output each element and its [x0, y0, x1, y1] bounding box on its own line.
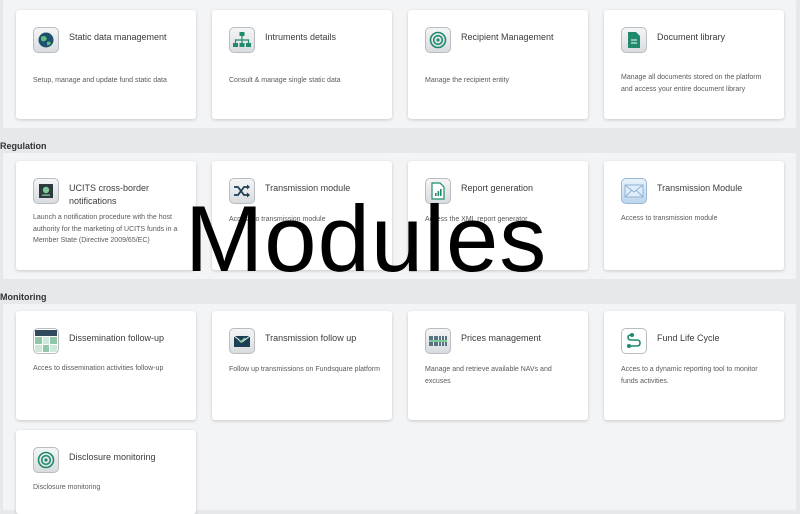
card-description: Access to transmission module [621, 215, 718, 222]
card-title: Intruments details [265, 32, 337, 42]
card-description: Acces to dissemination activities follow… [33, 365, 164, 372]
card-title: Transmission follow up [265, 333, 357, 343]
card-instruments-details[interactable]: Intruments details Consult & manage sing… [212, 10, 392, 119]
envelope-icon [621, 178, 647, 204]
globe-icon [33, 27, 59, 53]
card-description: Launch a notification procedure with the… [33, 214, 178, 244]
card-static-data-management[interactable]: Static data management Setup, manage and… [16, 10, 196, 119]
card-title: Fund Life Cycle [657, 333, 720, 343]
card-description: Manage the recipient entity [425, 77, 510, 84]
certificate-icon [33, 178, 59, 204]
card-description: Manage and retrieve available NAVs and e… [425, 366, 552, 385]
card-prices-management[interactable]: Prices management Manage and retrieve av… [408, 311, 588, 420]
card-transmission-follow-up[interactable]: Transmission follow up Follow up transmi… [212, 311, 392, 420]
section-label-monitoring: Monitoring [0, 292, 47, 302]
grid-icon [33, 328, 59, 354]
card-description: Disclosure monitoring [33, 484, 101, 491]
card-title: Transmission Module [657, 183, 743, 193]
card-title: Recipient Management [461, 32, 554, 42]
section-label-regulation: Regulation [0, 141, 47, 151]
card-title: Document library [657, 32, 726, 42]
hierarchy-icon [229, 27, 255, 53]
card-disclosure-monitoring[interactable]: Disclosure monitoring Disclosure monitor… [16, 430, 196, 514]
barcode-icon [425, 328, 451, 354]
target-icon [33, 447, 59, 473]
modules-overlay-text: Modules [185, 186, 548, 291]
mail-check-icon [229, 328, 255, 354]
card-title: Prices management [461, 333, 542, 343]
card-title: Static data management [69, 32, 167, 42]
card-recipient-management[interactable]: Recipient Management Manage the recipien… [408, 10, 588, 119]
card-description: Manage all documents stored on the platf… [621, 74, 762, 93]
card-title: UCITS cross-border notifications [69, 183, 150, 206]
card-fund-life-cycle[interactable]: Fund Life Cycle Acces to a dynamic repor… [604, 311, 784, 420]
document-icon [621, 27, 647, 53]
card-description: Setup, manage and update fund static dat… [33, 77, 167, 84]
card-document-library[interactable]: Document library Manage all documents st… [604, 10, 784, 119]
card-description: Consult & manage single static data [229, 77, 341, 84]
card-description: Acces to a dynamic reporting tool to mon… [621, 366, 758, 385]
card-dissemination-follow-up[interactable]: Dissemination follow-up Acces to dissemi… [16, 311, 196, 420]
card-ucits-cross-border[interactable]: UCITS cross-border notifications Launch … [16, 161, 196, 270]
target-icon [425, 27, 451, 53]
card-title: Dissemination follow-up [69, 333, 165, 343]
card-description: Follow up transmissions on Fundsquare pl… [229, 366, 380, 373]
path-icon [621, 328, 647, 354]
card-transmission-module-2[interactable]: Transmission Module Access to transmissi… [604, 161, 784, 270]
card-title: Disclosure monitoring [69, 452, 156, 462]
